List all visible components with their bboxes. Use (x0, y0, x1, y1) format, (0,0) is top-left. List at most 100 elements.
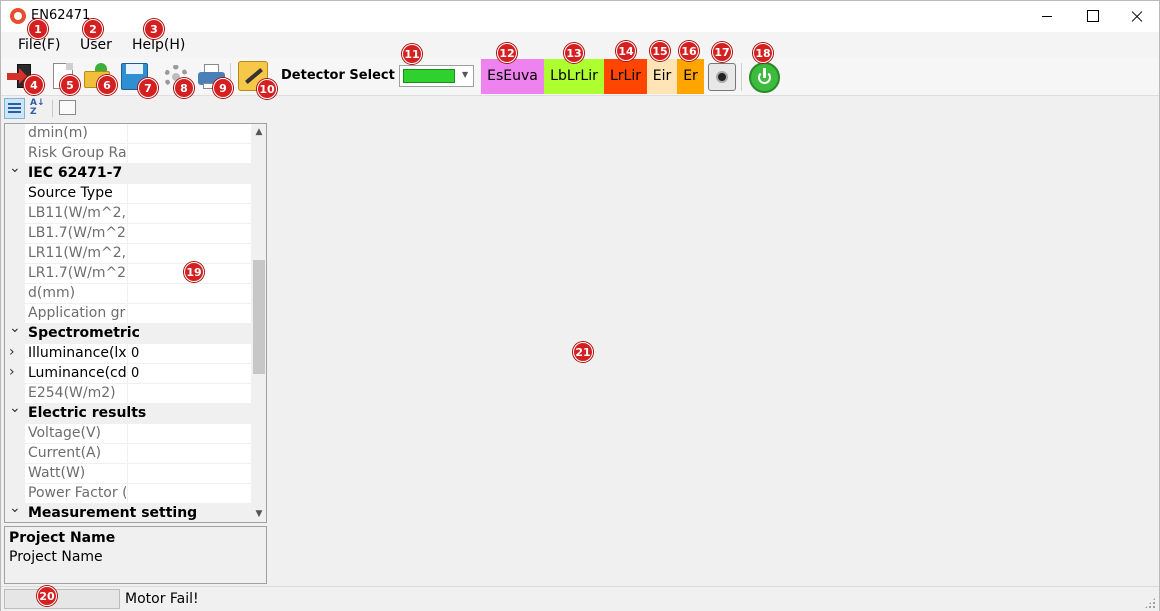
property-value[interactable]: 0 (127, 344, 251, 364)
detector-select-dropdown[interactable]: ▼ (399, 65, 474, 87)
er-button[interactable]: Er (677, 59, 704, 94)
status-message: Motor Fail! (125, 591, 199, 607)
annotation-badge: 2 (83, 19, 103, 39)
property-value[interactable] (127, 244, 251, 264)
property-grid-scrollbar[interactable]: ▲ ▼ (251, 124, 266, 522)
row-gutter (5, 364, 25, 384)
lrlir-button[interactable]: LrLir (604, 59, 647, 94)
property-name: d(mm) (28, 285, 76, 301)
scroll-up-icon[interactable]: ▲ (251, 124, 266, 140)
property-pages-icon[interactable] (59, 100, 76, 115)
property-row[interactable]: › Illuminance(lx) 0 (5, 344, 251, 364)
property-value[interactable] (127, 284, 251, 304)
close-button[interactable] (1114, 1, 1160, 32)
power-icon[interactable] (749, 62, 780, 93)
property-row[interactable]: Current(A) (5, 444, 251, 464)
property-row[interactable]: Watt(W) (5, 464, 251, 484)
property-row[interactable]: LB1.7(W/m^2 (5, 224, 251, 244)
property-row[interactable]: Risk Group Ra (5, 144, 251, 164)
menu-help[interactable]: Help(H) (132, 37, 185, 53)
category-label: Spectrometric (28, 325, 140, 341)
row-gutter (5, 264, 25, 284)
category-label: Measurement setting (28, 505, 198, 521)
annotation-badge: 11 (402, 44, 422, 64)
annotation-badge: 16 (679, 41, 699, 61)
status-bar: Motor Fail! (1, 586, 1159, 611)
property-row[interactable]: d(mm) (5, 284, 251, 304)
property-row[interactable]: dmin(m) (5, 124, 251, 144)
menu-file[interactable]: File(F) (18, 37, 60, 53)
categorized-view-icon[interactable] (4, 98, 25, 119)
property-value[interactable]: 0 (127, 364, 251, 384)
property-row[interactable]: Power Factor ( (5, 484, 251, 504)
maximize-button[interactable] (1069, 1, 1115, 32)
property-row[interactable]: LB11(W/m^2, (5, 204, 251, 224)
toolbar-separator (741, 63, 742, 91)
status-progress-bar (4, 589, 120, 609)
annotation-badge: 6 (97, 75, 117, 95)
property-value[interactable] (127, 484, 251, 504)
row-gutter (5, 204, 25, 224)
row-gutter (5, 284, 25, 304)
alphabetical-sort-icon[interactable]: A↓ Z (28, 98, 48, 119)
property-row[interactable]: LR1.7(W/m^2 (5, 264, 251, 284)
camera-icon[interactable] (708, 63, 736, 91)
property-category-row[interactable]: ⌄ IEC 62471-7 (5, 160, 251, 184)
property-value[interactable] (127, 444, 251, 464)
property-row[interactable]: › Luminance(cd 0 (5, 364, 251, 384)
detector-select-label: Detector Select (281, 68, 395, 83)
property-value[interactable] (127, 124, 251, 144)
collapse-chevron-icon[interactable]: ⌄ (9, 320, 21, 336)
collapse-chevron-icon[interactable]: ⌄ (9, 160, 21, 176)
minimize-button[interactable] (1025, 1, 1071, 32)
row-gutter (5, 124, 25, 144)
description-title: Project Name (9, 530, 116, 546)
annotation-badge: 8 (174, 78, 194, 98)
property-row[interactable]: LR11(W/m^2, (5, 244, 251, 264)
property-value[interactable] (127, 464, 251, 484)
annotation-badge: 13 (564, 43, 584, 63)
expand-chevron-icon[interactable]: › (9, 344, 15, 360)
annotation-badge: 18 (753, 43, 773, 63)
property-value[interactable] (127, 224, 251, 244)
eseuva-button[interactable]: EsEuva (481, 59, 544, 94)
property-row[interactable]: E254(W/m2) (5, 384, 251, 404)
lblrlir-button[interactable]: LbLrLir (544, 59, 604, 94)
annotation-badge: 4 (24, 75, 44, 95)
property-name: dmin(m) (28, 125, 88, 141)
property-row[interactable]: Voltage(V) (5, 424, 251, 444)
property-value[interactable] (127, 204, 251, 224)
scrollbar-thumb[interactable] (253, 260, 265, 374)
row-gutter (5, 344, 25, 364)
eir-button[interactable]: Eir (647, 59, 677, 94)
property-value[interactable] (127, 304, 251, 324)
property-value[interactable] (127, 144, 251, 164)
annotation-badge: 1 (28, 19, 48, 39)
annotation-badge: 20 (37, 586, 57, 606)
toolbar-separator (52, 100, 53, 117)
property-name: Risk Group Ra (28, 145, 126, 161)
property-category-row[interactable]: ⌄ Spectrometric (5, 320, 251, 344)
menu-user[interactable]: User (80, 37, 112, 53)
property-value[interactable] (127, 384, 251, 404)
property-grid[interactable]: dmin(m) Risk Group Ra ⌄ IEC 62471-7 Source T… (4, 123, 267, 523)
property-row[interactable]: Source Type (5, 184, 251, 204)
scroll-down-icon[interactable]: ▼ (251, 506, 266, 522)
property-description-panel: Project Name Project Name (4, 526, 267, 584)
property-name: Application gr (28, 305, 126, 321)
property-row[interactable]: Application gr (5, 304, 251, 324)
row-gutter (5, 224, 25, 244)
expand-chevron-icon[interactable]: › (9, 364, 15, 380)
annotation-badge: 9 (213, 78, 233, 98)
property-value[interactable] (127, 184, 251, 204)
property-name: Watt(W) (28, 465, 86, 481)
collapse-chevron-icon[interactable]: ⌄ (9, 500, 21, 516)
property-category-row[interactable]: ⌄ Electric results (5, 400, 251, 424)
main-work-area[interactable] (269, 97, 1159, 585)
property-category-row[interactable]: ⌄ Measurement setting (5, 500, 251, 522)
property-value[interactable] (127, 424, 251, 444)
resize-grip-icon[interactable] (1144, 597, 1156, 609)
property-name: E254(W/m2) (28, 385, 116, 401)
property-name: LB1.7(W/m^2 (28, 225, 126, 241)
collapse-chevron-icon[interactable]: ⌄ (9, 400, 21, 416)
